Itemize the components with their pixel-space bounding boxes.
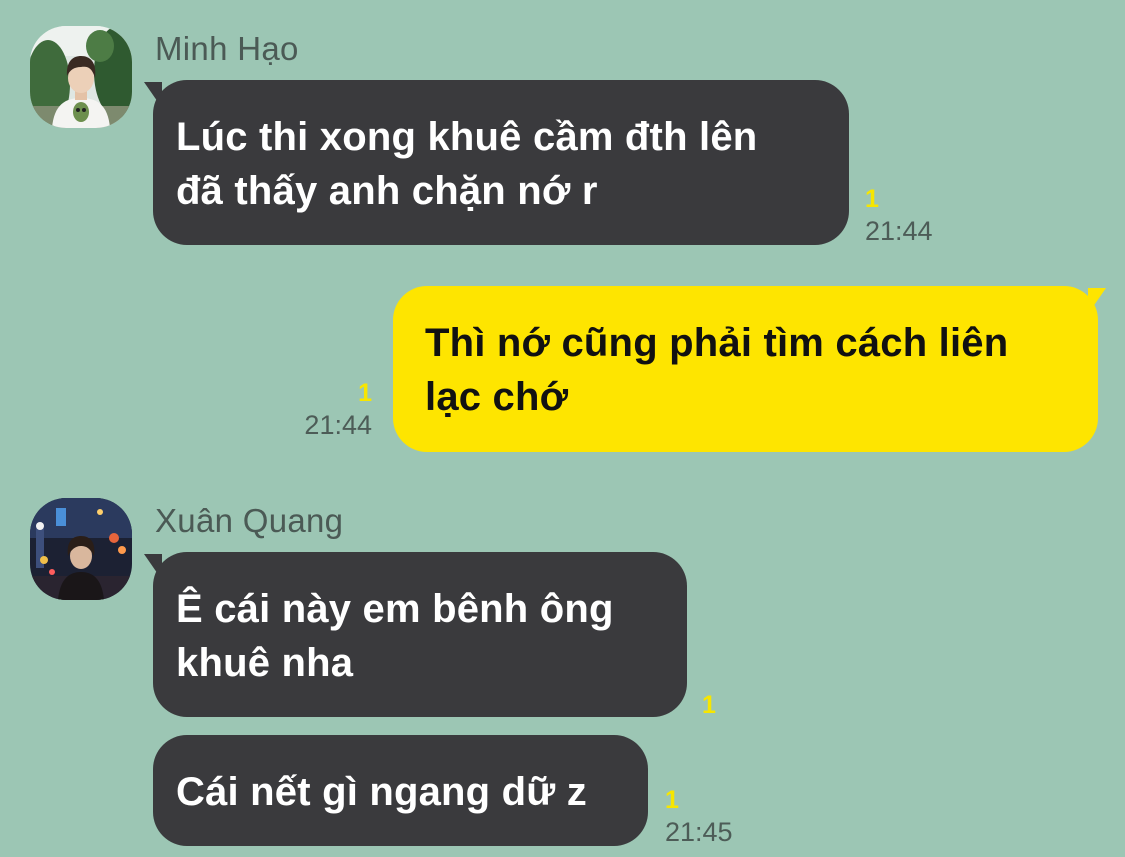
avatar-xuan-quang[interactable] bbox=[30, 498, 132, 600]
message-text-line: khuê nha bbox=[176, 641, 354, 685]
message-bubble[interactable]: Lúc thi xong khuê cầm đth lên đã thấy an… bbox=[153, 80, 849, 245]
unread-count: 1 bbox=[358, 379, 372, 407]
message-text-line: Ê cái này em bênh ông bbox=[176, 587, 614, 631]
sender-name: Minh Hạo bbox=[155, 30, 299, 67]
message-bubble-outgoing[interactable]: Thì nớ cũng phải tìm cách liên lạc chớ bbox=[393, 286, 1098, 452]
chat-area: Minh Hạo Lúc thi xong khuê cầm đth lên đ… bbox=[0, 0, 1125, 857]
message-text-line: Thì nớ cũng phải tìm cách liên bbox=[425, 321, 1009, 365]
message-time: 21:44 bbox=[865, 216, 933, 246]
message-meta: 1 bbox=[702, 690, 716, 720]
avatar-xuan-quang-photo bbox=[30, 498, 132, 600]
message-meta: 1 21:44 bbox=[280, 378, 372, 442]
message-meta: 1 21:45 bbox=[665, 785, 733, 849]
message-text-line: đã thấy anh chặn nớ r bbox=[176, 169, 598, 213]
message-text-line: lạc chớ bbox=[425, 375, 569, 419]
message-time: 21:45 bbox=[665, 817, 733, 847]
unread-count: 1 bbox=[865, 185, 879, 213]
sender-name: Xuân Quang bbox=[155, 502, 344, 539]
message-meta: 1 21:44 bbox=[865, 184, 933, 248]
message-text-line: Cái nết gì ngang dữ z bbox=[176, 770, 587, 814]
message-time: 21:44 bbox=[304, 410, 372, 440]
unread-count: 1 bbox=[665, 786, 679, 814]
message-text-line: Lúc thi xong khuê cầm đth lên bbox=[176, 115, 758, 159]
message-bubble[interactable]: Cái nết gì ngang dữ z bbox=[153, 735, 648, 846]
avatar-minh-hao[interactable] bbox=[30, 26, 132, 128]
unread-count: 1 bbox=[702, 691, 716, 719]
message-bubble[interactable]: Ê cái này em bênh ông khuê nha bbox=[153, 552, 687, 717]
avatar-minh-hao-photo bbox=[30, 26, 132, 128]
